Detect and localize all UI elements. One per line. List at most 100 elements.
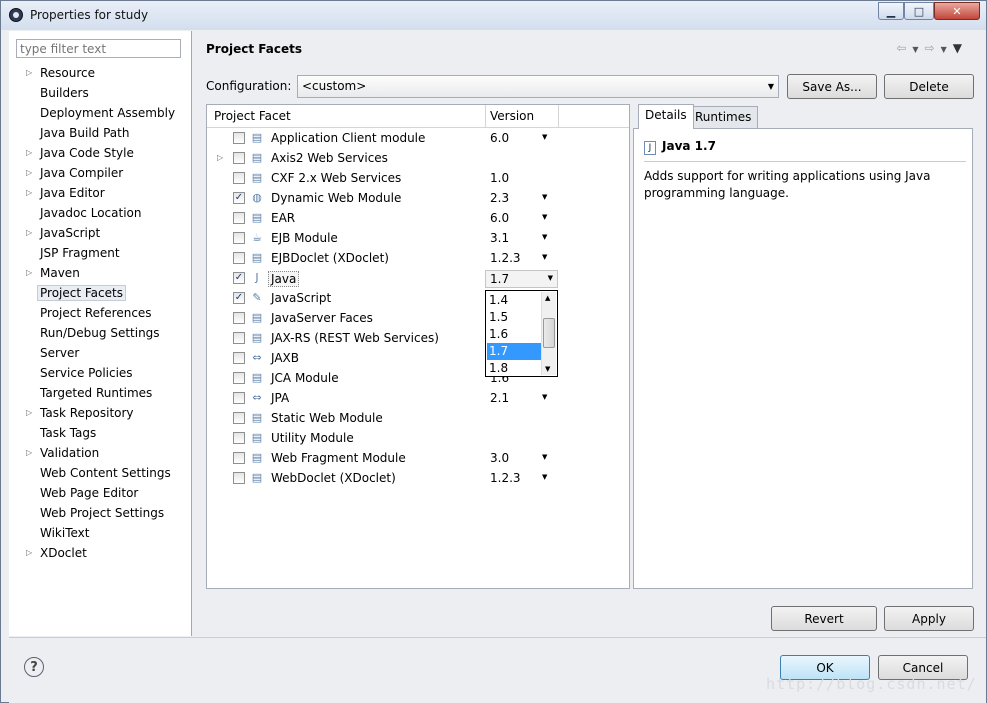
facet-row[interactable]: ⇔ JAXB <box>207 348 629 368</box>
expand-arrow-icon[interactable]: ▷ <box>26 63 34 83</box>
filter-input[interactable] <box>16 39 181 58</box>
scroll-thumb[interactable] <box>543 318 555 348</box>
facet-checkbox[interactable]: ✓ <box>233 192 245 204</box>
facet-checkbox[interactable] <box>233 252 245 264</box>
chevron-down-icon[interactable]: ▼ <box>542 133 547 141</box>
version-option[interactable]: 1.8 <box>487 360 541 377</box>
tab-runtimes[interactable]: Runtimes <box>688 106 759 128</box>
facet-checkbox[interactable] <box>233 412 245 424</box>
column-header-version[interactable]: Version <box>490 109 534 123</box>
expand-arrow-icon[interactable]: ▷ <box>217 153 223 162</box>
revert-button[interactable]: Revert <box>771 606 877 631</box>
sidebar-item[interactable]: Project References <box>9 303 189 323</box>
scroll-down-icon[interactable]: ▼ <box>545 365 550 373</box>
expand-arrow-icon[interactable]: ▷ <box>26 143 34 163</box>
facet-row[interactable]: ▤ Static Web Module <box>207 408 629 428</box>
sidebar-item[interactable]: ▷ Java Code Style <box>9 143 189 163</box>
facet-checkbox[interactable] <box>233 332 245 344</box>
facet-checkbox[interactable] <box>233 452 245 464</box>
expand-arrow-icon[interactable]: ▷ <box>26 223 34 243</box>
sidebar-item[interactable]: ▷ Resource <box>9 63 189 83</box>
java-version-combo[interactable]: 1.7 ▼ <box>485 270 558 288</box>
sidebar-item[interactable]: ▷ JavaScript <box>9 223 189 243</box>
maximize-button[interactable]: □ <box>904 2 934 20</box>
facet-row[interactable]: ▷ ▤ Axis2 Web Services <box>207 148 629 168</box>
chevron-down-icon[interactable]: ▼ <box>542 253 547 261</box>
expand-arrow-icon[interactable]: ▷ <box>26 543 34 563</box>
facet-version[interactable]: 2.3 <box>490 191 509 205</box>
sidebar-item[interactable]: Service Policies <box>9 363 189 383</box>
sidebar-item[interactable]: Java Build Path <box>9 123 189 143</box>
facet-row[interactable]: ▤ JCA Module 1.6 <box>207 368 629 388</box>
facet-row[interactable]: ▤ Application Client module 6.0 ▼ <box>207 128 629 148</box>
facet-version[interactable]: 6.0 <box>490 211 509 225</box>
facet-checkbox[interactable]: ✓ <box>233 292 245 304</box>
facet-checkbox[interactable] <box>233 392 245 404</box>
chevron-down-icon[interactable]: ▼ <box>542 233 547 241</box>
sidebar-item[interactable]: Task Tags <box>9 423 189 443</box>
facet-checkbox[interactable] <box>233 152 245 164</box>
version-option[interactable]: 1.6 <box>487 326 541 343</box>
chevron-down-icon[interactable]: ▼ <box>542 393 547 401</box>
facet-checkbox[interactable] <box>233 212 245 224</box>
forward-icon[interactable]: ⇨ <box>925 41 941 55</box>
facet-checkbox[interactable] <box>233 372 245 384</box>
facet-checkbox[interactable] <box>233 352 245 364</box>
sidebar-item[interactable]: Web Content Settings <box>9 463 189 483</box>
minimize-button[interactable]: ▁ <box>878 2 904 20</box>
sidebar-item[interactable]: ▷ Maven <box>9 263 189 283</box>
facet-row[interactable]: ⇔ JPA 2.1 ▼ <box>207 388 629 408</box>
scroll-up-icon[interactable]: ▲ <box>545 294 550 302</box>
facet-version[interactable]: 3.1 <box>490 231 509 245</box>
facet-version[interactable]: 1.0 <box>490 171 509 185</box>
facet-checkbox[interactable] <box>233 432 245 444</box>
sidebar-item[interactable]: Run/Debug Settings <box>9 323 189 343</box>
facet-row[interactable]: ▤ EJBDoclet (XDoclet) 1.2.3 ▼ <box>207 248 629 268</box>
forward-menu-icon[interactable]: ▼ <box>941 45 953 54</box>
version-option[interactable]: 1.7 <box>487 343 541 360</box>
java-version-list[interactable]: 1.4 1.5 1.6 1.7 1.8 ▲ ▼ <box>485 290 558 377</box>
facet-version[interactable]: 1.2.3 <box>490 251 521 265</box>
delete-button[interactable]: Delete <box>884 74 974 99</box>
expand-arrow-icon[interactable]: ▷ <box>26 263 34 283</box>
chevron-down-icon[interactable]: ▼ <box>542 473 547 481</box>
sidebar-item[interactable]: JSP Fragment <box>9 243 189 263</box>
facet-checkbox[interactable]: ✓ <box>233 272 245 284</box>
configuration-select[interactable]: <custom> ▼ <box>297 75 779 98</box>
apply-button[interactable]: Apply <box>884 606 974 631</box>
version-option[interactable]: 1.4 <box>487 292 541 309</box>
version-option[interactable]: 1.5 <box>487 309 541 326</box>
chevron-down-icon[interactable]: ▼ <box>542 213 547 221</box>
expand-arrow-icon[interactable]: ▷ <box>26 443 34 463</box>
tab-details[interactable]: Details <box>638 104 694 129</box>
save-as-button[interactable]: Save As... <box>787 74 877 99</box>
facet-checkbox[interactable] <box>233 232 245 244</box>
sidebar-item[interactable]: Web Project Settings <box>9 503 189 523</box>
facet-checkbox[interactable] <box>233 132 245 144</box>
sidebar-item[interactable]: ▷ XDoclet <box>9 543 189 563</box>
sidebar-item[interactable]: Project Facets <box>9 283 189 303</box>
back-menu-icon[interactable]: ▼ <box>912 45 924 54</box>
facet-row[interactable]: ▤ JAX-RS (REST Web Services) <box>207 328 629 348</box>
facet-row[interactable]: ▤ Web Fragment Module 3.0 ▼ <box>207 448 629 468</box>
expand-arrow-icon[interactable]: ▷ <box>26 403 34 423</box>
facet-checkbox[interactable] <box>233 172 245 184</box>
view-menu-icon[interactable]: ▼ <box>953 41 968 55</box>
close-button[interactable]: ✕ <box>934 2 980 20</box>
list-scrollbar[interactable]: ▲ ▼ <box>541 292 556 375</box>
facet-version[interactable]: 3.0 <box>490 451 509 465</box>
sidebar-item[interactable]: WikiText <box>9 523 189 543</box>
facet-row[interactable]: ☕ EJB Module 3.1 ▼ <box>207 228 629 248</box>
sidebar-item[interactable]: ▷ Validation <box>9 443 189 463</box>
facet-checkbox[interactable] <box>233 312 245 324</box>
help-icon[interactable]: ? <box>24 657 44 677</box>
facet-version[interactable]: 6.0 <box>490 131 509 145</box>
chevron-down-icon[interactable]: ▼ <box>542 453 547 461</box>
sidebar-item[interactable]: Javadoc Location <box>9 203 189 223</box>
facet-row[interactable]: ✓ ◍ Dynamic Web Module 2.3 ▼ <box>207 188 629 208</box>
facet-row[interactable]: ▤ Utility Module <box>207 428 629 448</box>
sidebar-item[interactable]: Targeted Runtimes <box>9 383 189 403</box>
expand-arrow-icon[interactable]: ▷ <box>26 183 34 203</box>
facet-row[interactable]: ▤ CXF 2.x Web Services 1.0 <box>207 168 629 188</box>
sidebar-item[interactable]: ▷ Java Editor <box>9 183 189 203</box>
